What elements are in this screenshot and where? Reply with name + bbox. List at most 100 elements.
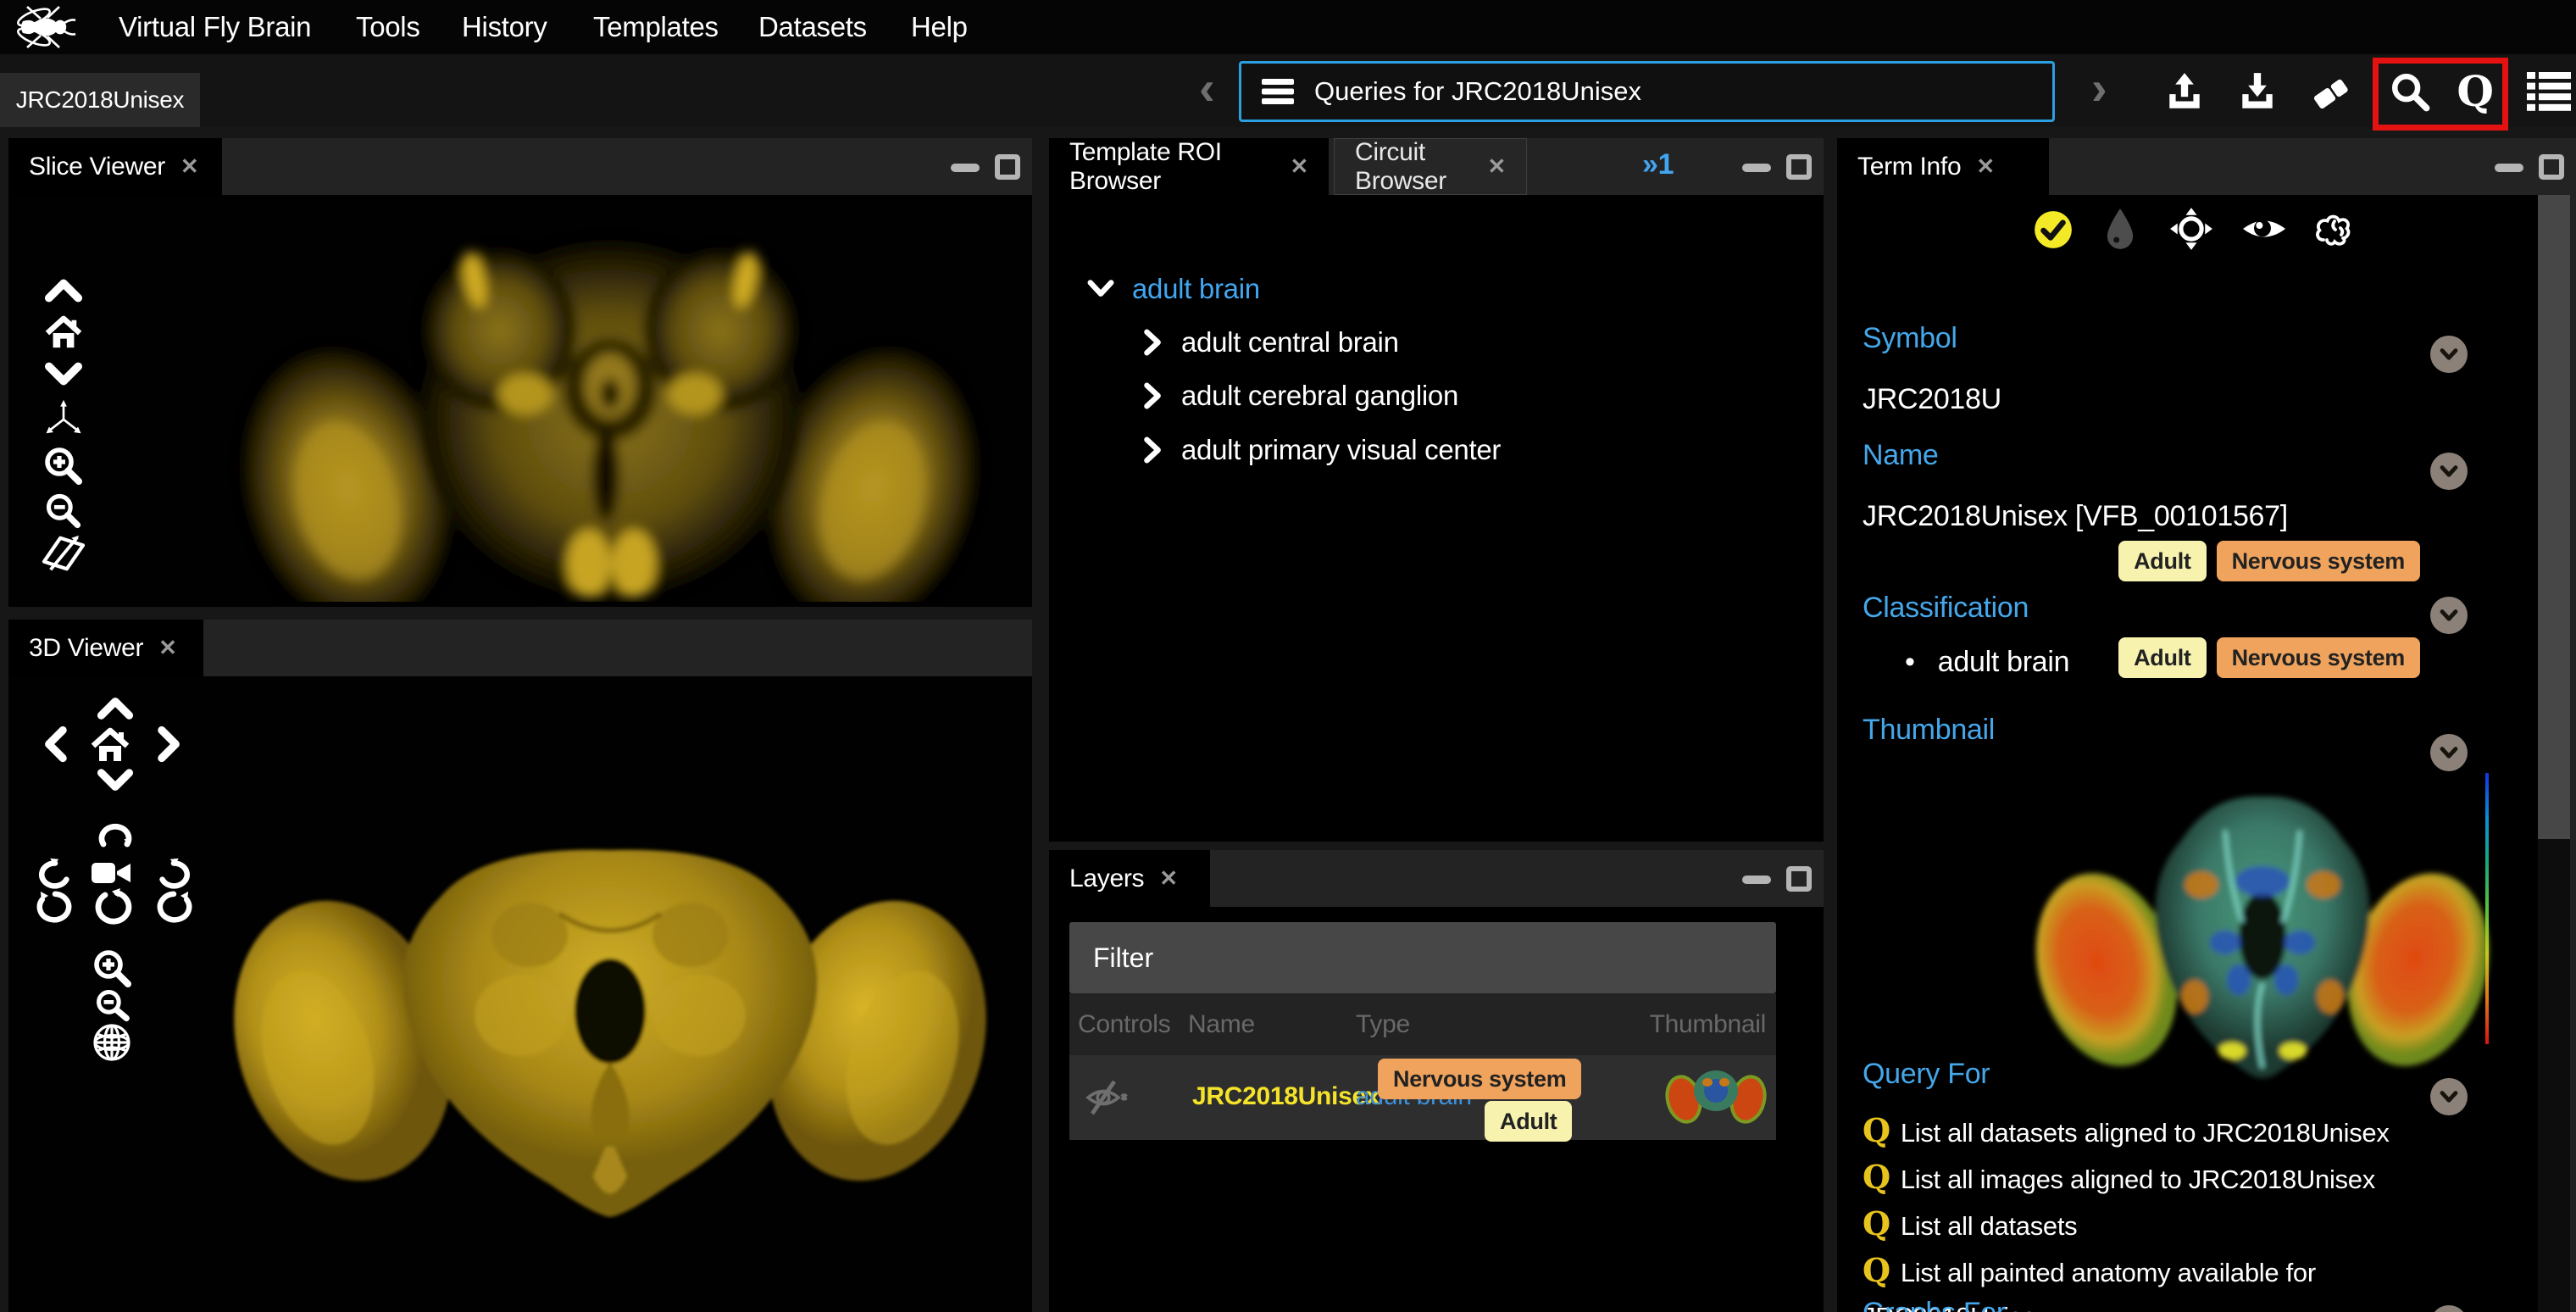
nav-item-help[interactable]: Help bbox=[911, 0, 968, 54]
collapse-symbol-icon[interactable] bbox=[2430, 336, 2468, 373]
minimize-icon[interactable] bbox=[1742, 876, 1771, 884]
chevron-right-icon[interactable] bbox=[1142, 328, 1164, 357]
scrollbar-thumb[interactable] bbox=[2538, 195, 2570, 839]
download-icon[interactable] bbox=[2234, 68, 2281, 115]
slice-plane-icon[interactable] bbox=[41, 534, 86, 573]
slice-up-icon[interactable] bbox=[44, 276, 83, 303]
layer-name[interactable]: JRC2018Unisex bbox=[1192, 1082, 1380, 1111]
list-view-icon[interactable] bbox=[2525, 68, 2573, 115]
3d-pan-up-icon[interactable] bbox=[97, 695, 134, 720]
nav-item-history[interactable]: History bbox=[462, 0, 547, 54]
hamburger-icon[interactable] bbox=[1241, 77, 1314, 106]
col-controls: Controls bbox=[1078, 1010, 1170, 1039]
col-name: Name bbox=[1188, 1010, 1255, 1039]
circuit-browser-tab[interactable]: Circuit Browser ✕ bbox=[1334, 138, 1527, 195]
query-link[interactable]: QList all images aligned to JRC2018Unise… bbox=[1863, 1155, 2490, 1202]
collapse-classification-icon[interactable] bbox=[2430, 597, 2468, 634]
collapse-thumbnail-icon[interactable] bbox=[2430, 734, 2468, 771]
minimize-icon[interactable] bbox=[2495, 164, 2523, 172]
minimize-icon[interactable] bbox=[1742, 164, 1771, 172]
term-center-target-icon[interactable] bbox=[2169, 207, 2213, 251]
3d-home-icon[interactable] bbox=[90, 727, 130, 764]
nav-item-datasets[interactable]: Datasets bbox=[758, 0, 867, 54]
layer-thumbnail bbox=[1665, 1062, 1767, 1131]
close-icon[interactable]: ✕ bbox=[1976, 153, 1995, 180]
nav-item-templates[interactable]: Templates bbox=[593, 0, 719, 54]
slice-axes-icon[interactable] bbox=[42, 398, 85, 437]
maximize-icon[interactable] bbox=[1786, 866, 1812, 892]
3d-viewer-header: 3D Viewer ✕ bbox=[8, 620, 1032, 676]
3d-roll-left-icon[interactable] bbox=[36, 890, 75, 926]
close-icon[interactable]: ✕ bbox=[1291, 153, 1309, 180]
3d-globe-icon[interactable] bbox=[92, 1022, 132, 1063]
3d-pan-left-icon[interactable] bbox=[42, 725, 68, 763]
name-value: JRC2018Unisex [VFB_00101567] bbox=[1863, 500, 2288, 533]
3d-rotate-loop-icon[interactable] bbox=[95, 819, 136, 853]
term-brain-icon[interactable] bbox=[2312, 207, 2359, 249]
slice-viewer-canvas[interactable] bbox=[8, 195, 1032, 607]
chevron-right-icon[interactable] bbox=[1142, 381, 1164, 410]
layers-tab[interactable]: Layers ✕ bbox=[1049, 850, 1210, 907]
tree-item-adult-cerebral-ganglion[interactable]: adult cerebral ganglion bbox=[1142, 380, 1458, 412]
minimize-icon[interactable] bbox=[951, 164, 980, 172]
filter-input[interactable] bbox=[1093, 942, 1752, 974]
query-back-icon[interactable]: ‹ bbox=[1199, 54, 1214, 122]
graphs-for-label: Graphs For bbox=[1863, 1297, 2006, 1312]
3d-roll-right-icon[interactable] bbox=[154, 890, 193, 926]
eraser-icon[interactable] bbox=[2307, 68, 2354, 115]
upload-icon[interactable] bbox=[2161, 68, 2208, 115]
nav-item-tools[interactable]: Tools bbox=[356, 0, 420, 54]
close-icon[interactable]: ✕ bbox=[1488, 153, 1507, 180]
term-selected-check-icon[interactable] bbox=[2032, 208, 2074, 251]
slice-zoom-in-icon[interactable] bbox=[42, 445, 83, 486]
maximize-icon[interactable] bbox=[2539, 154, 2564, 180]
col-type: Type bbox=[1356, 1010, 1410, 1039]
template-roi-browser-tab[interactable]: Template ROI Browser ✕ bbox=[1049, 138, 1329, 195]
close-icon[interactable]: ✕ bbox=[1159, 865, 1178, 892]
search-icon[interactable] bbox=[2386, 68, 2434, 115]
query-input[interactable] bbox=[1314, 76, 2026, 107]
query-q-icon[interactable]: Q bbox=[2451, 68, 2499, 115]
maximize-icon[interactable] bbox=[995, 154, 1020, 180]
tree-item-adult-brain[interactable]: adult brain bbox=[1086, 273, 1260, 305]
collapse-name-icon[interactable] bbox=[2430, 453, 2468, 490]
visibility-off-icon[interactable] bbox=[1085, 1079, 1132, 1116]
3d-pan-right-icon[interactable] bbox=[157, 725, 182, 763]
3d-rotate-ccw-icon[interactable] bbox=[36, 856, 75, 890]
maximize-icon[interactable] bbox=[1786, 154, 1812, 180]
slice-home-icon[interactable] bbox=[44, 315, 83, 351]
3d-reset-rotation-icon[interactable] bbox=[93, 888, 134, 926]
layer-row-jrc2018unisex[interactable]: JRC2018Unisex adult brain Nervous system… bbox=[1069, 1055, 1776, 1140]
thumbnail-label: Thumbnail bbox=[1863, 714, 1995, 747]
3d-camera-icon[interactable] bbox=[90, 858, 132, 888]
query-link[interactable]: QList all datasets bbox=[1863, 1202, 2490, 1248]
3d-viewer-canvas[interactable] bbox=[8, 676, 1032, 1312]
query-link[interactable]: QList all datasets aligned to JRC2018Uni… bbox=[1863, 1109, 2490, 1155]
chevron-right-icon[interactable] bbox=[1142, 436, 1164, 464]
name-label: Name bbox=[1863, 439, 1939, 472]
tree-item-adult-primary-visual-center[interactable]: adult primary visual center bbox=[1142, 434, 1501, 466]
hidden-tabs-indicator[interactable]: »1 bbox=[1642, 148, 1674, 181]
fly-logo-icon[interactable] bbox=[12, 3, 83, 51]
term-color-droplet-icon[interactable] bbox=[2101, 207, 2139, 251]
close-icon[interactable]: ✕ bbox=[180, 153, 199, 180]
slice-zoom-out-icon[interactable] bbox=[44, 492, 81, 529]
slice-viewer-tab[interactable]: Slice Viewer ✕ bbox=[8, 138, 222, 195]
close-icon[interactable]: ✕ bbox=[158, 635, 177, 661]
q-icon: Q bbox=[1863, 1111, 1901, 1149]
3d-viewer-tab[interactable]: 3D Viewer ✕ bbox=[8, 620, 203, 676]
3d-zoom-out-icon[interactable] bbox=[93, 988, 130, 1022]
3d-rotate-cw-icon[interactable] bbox=[154, 856, 193, 890]
session-tab-jrc2018unisex[interactable]: JRC2018Unisex bbox=[0, 73, 200, 127]
chevron-down-icon[interactable] bbox=[1086, 278, 1115, 300]
classification-label: Classification bbox=[1863, 592, 2029, 625]
3d-zoom-in-icon[interactable] bbox=[92, 948, 132, 988]
nav-brand[interactable]: Virtual Fly Brain bbox=[119, 0, 311, 54]
3d-pan-down-icon[interactable] bbox=[97, 768, 134, 793]
term-visibility-eye-icon[interactable] bbox=[2240, 210, 2288, 247]
colormap-scale-bar bbox=[2485, 773, 2489, 1044]
query-forward-icon[interactable]: › bbox=[2091, 54, 2107, 122]
tree-item-adult-central-brain[interactable]: adult central brain bbox=[1142, 326, 1399, 359]
slice-down-icon[interactable] bbox=[44, 361, 83, 388]
term-info-tab[interactable]: Term Info ✕ bbox=[1837, 138, 2049, 195]
